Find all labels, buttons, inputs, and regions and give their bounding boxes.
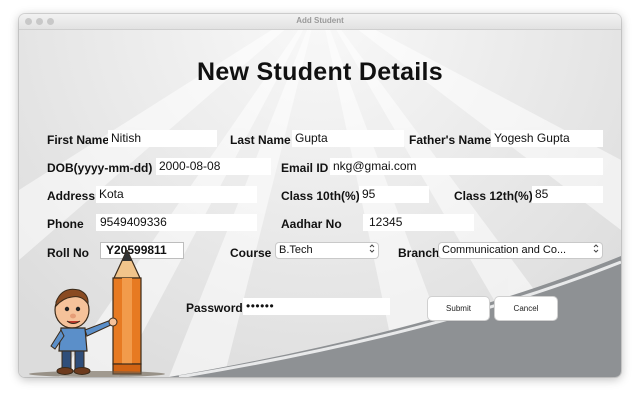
password-field[interactable]: ••••••	[243, 298, 390, 315]
page-title: New Student Details	[196, 58, 444, 86]
submit-button[interactable]: Submit	[428, 297, 489, 320]
phone-field[interactable]: 9549409336	[96, 214, 257, 231]
window-title: Add Student	[296, 16, 344, 25]
branch-select[interactable]: Communication and Co...	[439, 243, 602, 258]
address-field[interactable]: Kota	[96, 186, 257, 203]
class-12th-field[interactable]: 85	[532, 186, 603, 203]
email-label: Email ID	[281, 161, 329, 175]
class-10th-field[interactable]: 95	[359, 186, 429, 203]
first-name-field[interactable]: Nitish	[108, 130, 217, 147]
select-arrow-icon	[591, 243, 599, 258]
course-select[interactable]: B.Tech	[276, 243, 378, 258]
form-panel: New Student Details First Name Nitish La…	[19, 30, 621, 377]
branch-label: Branch	[398, 246, 440, 260]
select-arrow-icon	[369, 243, 375, 258]
password-label: Password	[186, 301, 243, 315]
aadhar-field[interactable]: 12345	[363, 214, 474, 231]
address-label: Address	[47, 189, 96, 203]
email-field[interactable]: nkg@gmai.com	[330, 158, 603, 175]
last-name-label: Last Name	[230, 133, 291, 147]
phone-label: Phone	[47, 217, 84, 231]
dob-field[interactable]: 2000-08-08	[156, 158, 271, 175]
fathers-name-label: Father's Name	[409, 133, 492, 147]
cancel-button[interactable]: Cancel	[495, 297, 557, 320]
boy-with-pencil-illustration	[29, 250, 165, 377]
last-name-field[interactable]: Gupta	[292, 130, 404, 147]
course-select-value: B.Tech	[279, 244, 313, 256]
first-name-label: First Name	[47, 133, 110, 147]
add-student-window: Add Student New Student Details First Na…	[19, 14, 621, 377]
fathers-name-field[interactable]: Yogesh Gupta	[491, 130, 603, 147]
class-12th-label: Class 12th(%)	[454, 189, 533, 203]
title-bar[interactable]: Add Student	[19, 14, 621, 30]
pencil-icon	[112, 250, 142, 375]
boy-icon	[50, 288, 118, 375]
class-10th-label: Class 10th(%)	[281, 189, 360, 203]
dob-label: DOB(yyyy-mm-dd)	[47, 161, 153, 175]
branch-select-value: Communication and Co...	[442, 244, 567, 256]
aadhar-label: Aadhar No	[281, 217, 342, 231]
course-label: Course	[230, 246, 272, 260]
